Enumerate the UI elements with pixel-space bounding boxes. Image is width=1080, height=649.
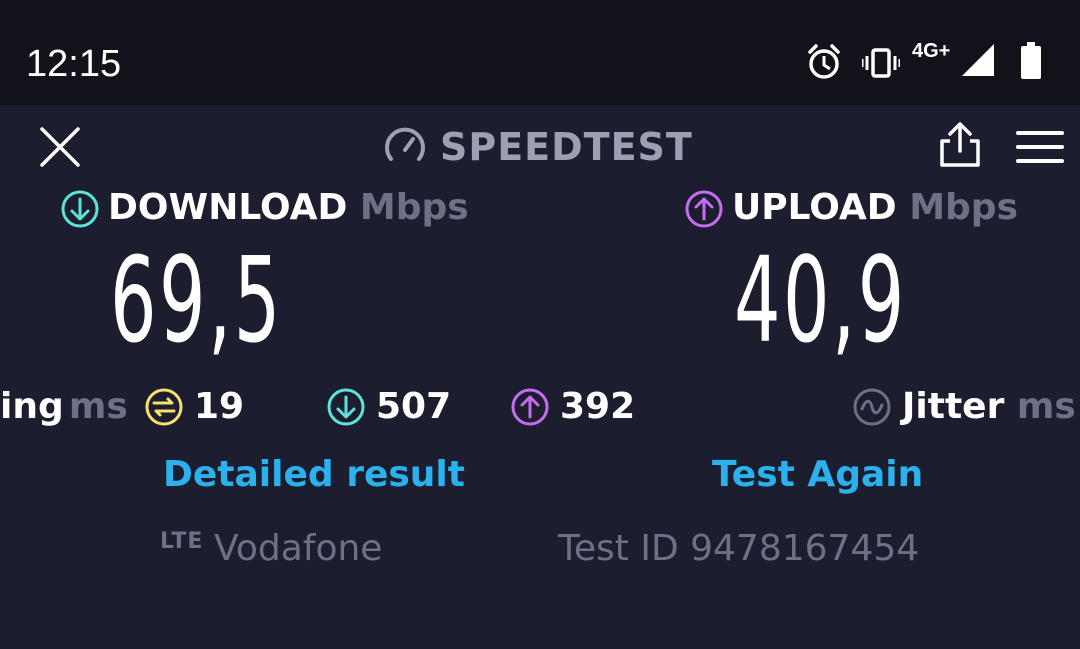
stats-row: ing ms 19 507 392 Jitter ms xyxy=(0,385,1080,429)
detailed-result-link[interactable]: Detailed result xyxy=(163,451,465,499)
provider-name: Vodafone xyxy=(214,528,383,569)
menu-icon[interactable] xyxy=(1016,129,1064,165)
download-latency-value: 507 xyxy=(376,386,452,427)
test-id: Test ID 9478167454 xyxy=(558,528,920,569)
gauge-icon xyxy=(385,127,425,161)
speedtest-screen: SPEEDTEST DOWNLOAD Mbps UPLOAD Mbps 69,5… xyxy=(0,105,1080,649)
upload-latency-icon xyxy=(511,388,549,426)
status-bar: 12:15 4G+ xyxy=(0,0,1080,105)
share-icon[interactable] xyxy=(936,121,984,169)
vibrate-icon xyxy=(862,48,900,78)
app-title: SPEEDTEST xyxy=(440,125,693,169)
ping-label-group: ing ms xyxy=(0,385,128,429)
upload-arrow-icon xyxy=(685,190,723,228)
upload-unit: Mbps xyxy=(909,187,1018,228)
test-again-button[interactable]: Test Again xyxy=(712,451,923,499)
jitter-unit: ms xyxy=(1016,386,1076,427)
ping-unit: ms xyxy=(68,386,128,427)
network-badge: LTE xyxy=(160,529,204,554)
upload-label-text: UPLOAD xyxy=(732,187,897,228)
download-unit: Mbps xyxy=(359,187,469,228)
network-type-label: 4G+ xyxy=(912,40,951,62)
download-label: DOWNLOAD Mbps xyxy=(108,185,469,231)
ping-value: 19 xyxy=(194,386,245,427)
upload-label: UPLOAD Mbps xyxy=(732,185,1018,231)
upload-value: 40,9 xyxy=(734,231,907,369)
download-value: 69,5 xyxy=(110,231,283,369)
download-label-text: DOWNLOAD xyxy=(108,187,348,228)
battery-icon xyxy=(1021,42,1041,79)
ping-icon xyxy=(145,388,183,426)
ping-label: ing xyxy=(0,386,64,427)
jitter-label-group: Jitter ms xyxy=(902,385,1076,429)
download-arrow-icon xyxy=(61,190,99,228)
status-time: 12:15 xyxy=(26,43,122,85)
download-latency-icon xyxy=(327,388,365,426)
signal-icon xyxy=(962,44,994,76)
close-icon[interactable] xyxy=(36,123,84,171)
jitter-label: Jitter xyxy=(902,386,1005,427)
upload-latency-value: 392 xyxy=(560,386,636,427)
jitter-icon xyxy=(853,388,891,426)
alarm-icon xyxy=(808,44,840,79)
